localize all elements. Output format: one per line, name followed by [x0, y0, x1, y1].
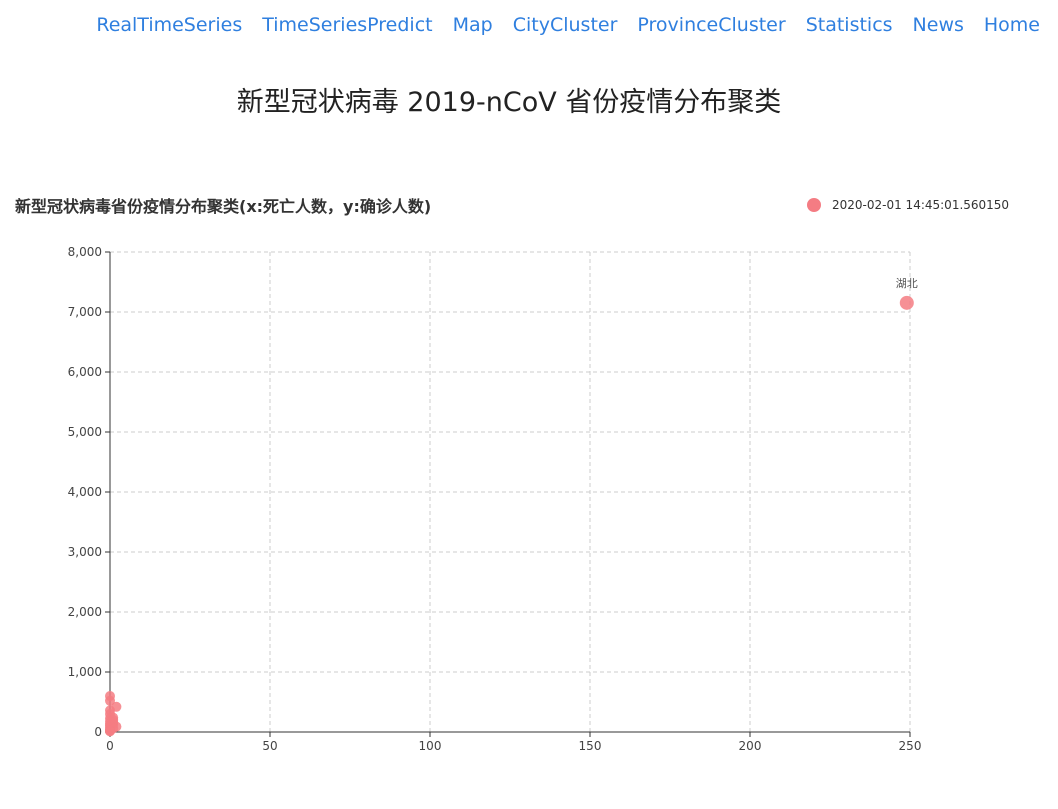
x-tick-label: 200	[739, 739, 762, 753]
y-tick-label: 5,000	[68, 425, 102, 439]
nav-link-citycluster[interactable]: CityCluster	[513, 14, 618, 36]
x-tick-label: 250	[899, 739, 922, 753]
chart-legend[interactable]: 2020-02-01 14:45:01.560150	[807, 198, 1009, 212]
nav-link-statistics[interactable]: Statistics	[806, 14, 893, 36]
y-tick-label: 1,000	[68, 665, 102, 679]
x-tick-label: 150	[579, 739, 602, 753]
nav-link-provincecluster[interactable]: ProvinceCluster	[637, 14, 785, 36]
nav-link-realtimeseries[interactable]: RealTimeSeries	[96, 14, 242, 36]
y-tick-label: 0	[94, 725, 102, 739]
nav-link-news[interactable]: News	[913, 14, 964, 36]
top-navigation: RealTimeSeries TimeSeriesPredict Map Cit…	[76, 14, 1040, 36]
chart-point-labels: 湖北	[896, 277, 918, 290]
y-tick-label: 3,000	[68, 545, 102, 559]
y-tick-label: 6,000	[68, 365, 102, 379]
nav-link-timeseriespredict[interactable]: TimeSeriesPredict	[262, 14, 432, 36]
y-tick-label: 7,000	[68, 305, 102, 319]
x-tick-label: 0	[106, 739, 114, 753]
y-tick-label: 8,000	[68, 245, 102, 259]
scatter-point[interactable]	[111, 701, 122, 712]
chart-grid	[110, 251, 911, 732]
point-label: 湖北	[896, 277, 918, 290]
y-tick-label: 2,000	[68, 605, 102, 619]
scatter-point[interactable]	[105, 726, 115, 737]
nav-link-home[interactable]: Home	[984, 14, 1040, 36]
chart-axes: 0 1,000 2,000 3,000 4,000 5,000 6,000 7,000 8,00…	[68, 245, 922, 753]
x-tick-label: 50	[262, 739, 277, 753]
page-title: 新型冠状病毒 2019-nCoV 省份疫情分布聚类	[236, 87, 782, 118]
scatter-chart: 新型冠状病毒省份疫情分布聚类(x:死亡人数，y:确诊人数) 2020-02-01…	[15, 197, 1009, 753]
chart-title: 新型冠状病毒省份疫情分布聚类(x:死亡人数，y:确诊人数)	[15, 197, 431, 216]
scatter-point[interactable]	[899, 295, 914, 310]
legend-marker	[807, 198, 821, 212]
y-tick-label: 4,000	[68, 485, 102, 499]
nav-link-map[interactable]: Map	[453, 14, 493, 36]
x-tick-label: 100	[419, 739, 442, 753]
legend-label: 2020-02-01 14:45:01.560150	[832, 198, 1009, 212]
chart-points	[105, 295, 914, 737]
